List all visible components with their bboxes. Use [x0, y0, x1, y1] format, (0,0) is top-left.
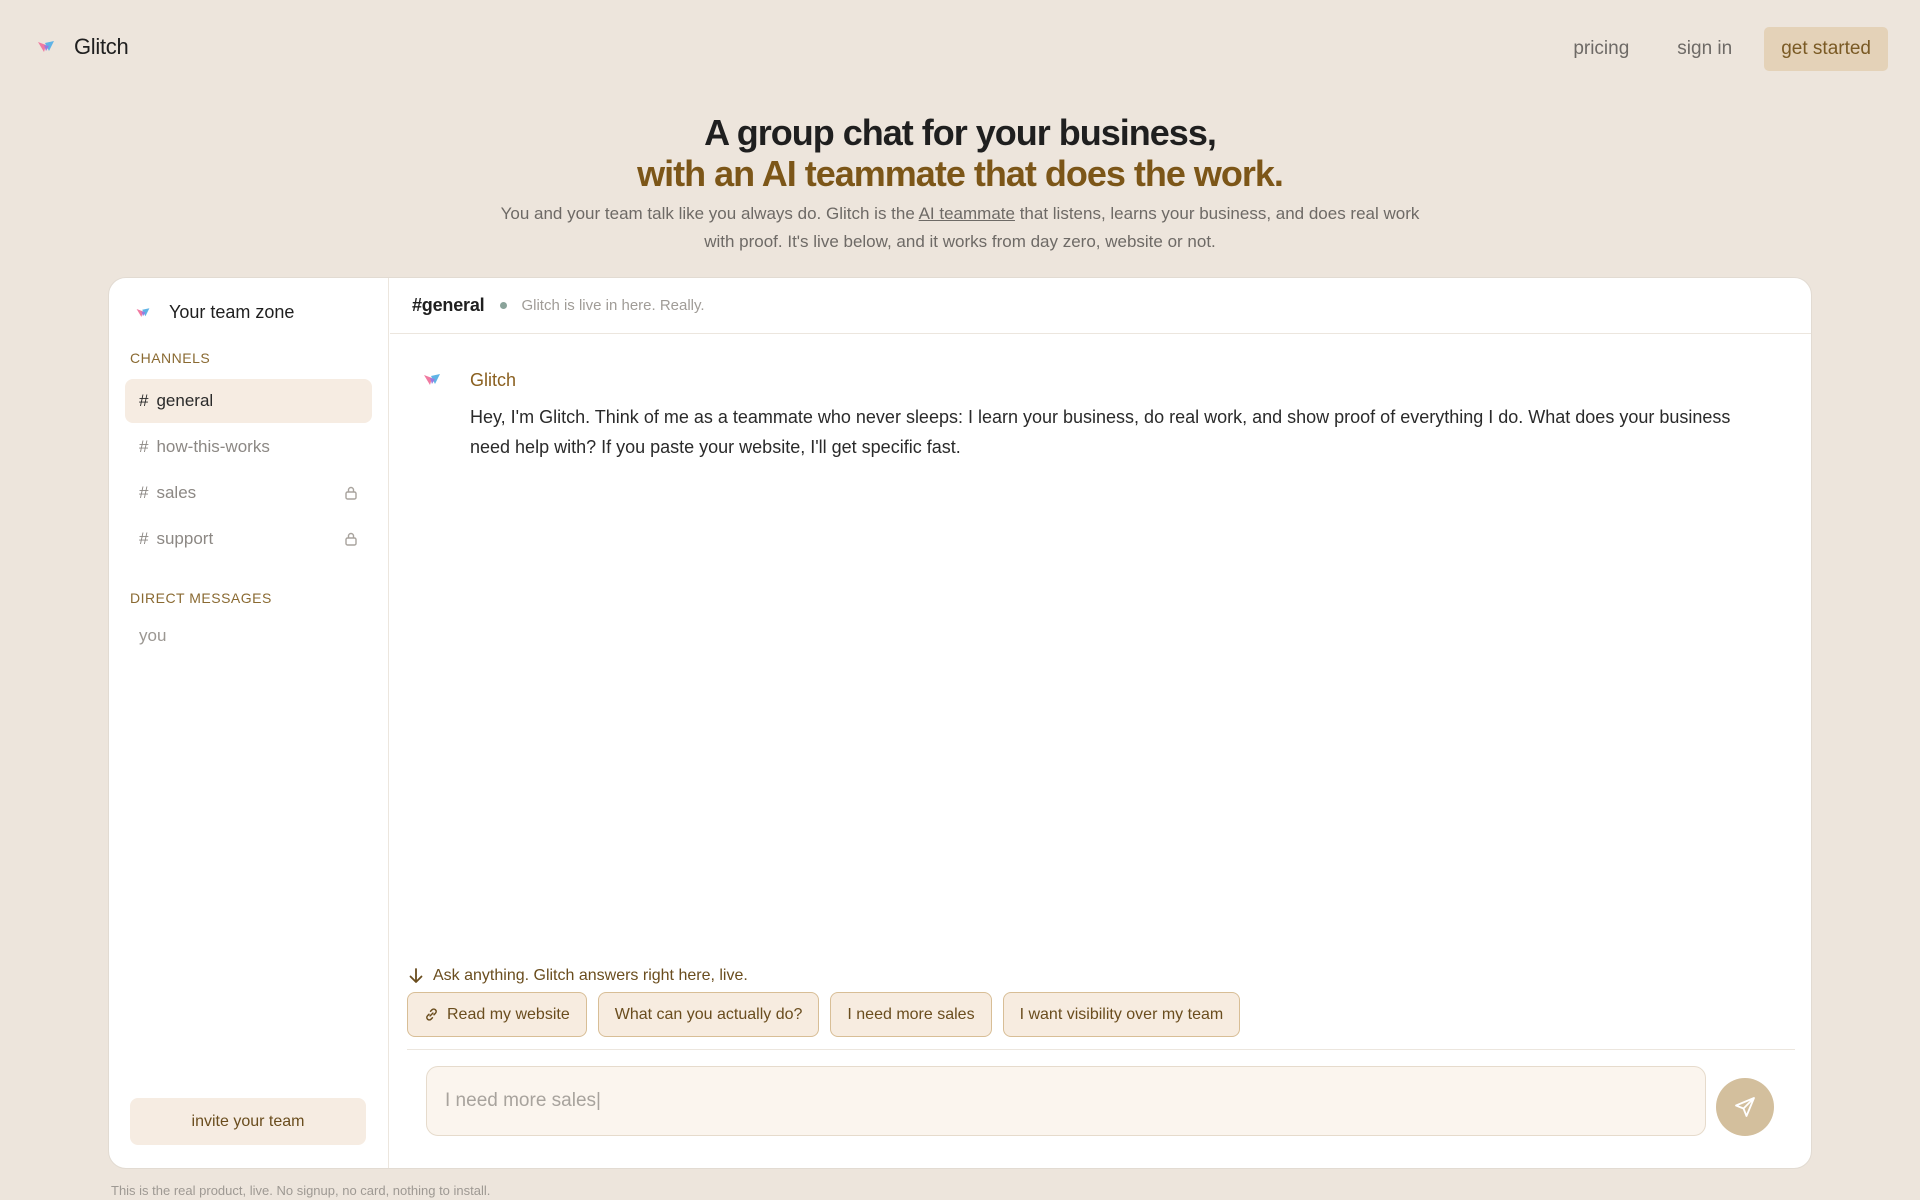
nav-link-sign-in[interactable]: sign in [1653, 28, 1756, 70]
composer-divider [407, 1049, 1795, 1050]
lock-icon [345, 532, 357, 546]
hero-title-line2: with an AI teammate that does the work. [637, 153, 1284, 194]
footnote: This is the real product, live. No signu… [111, 1183, 491, 1198]
brand-name: Glitch [74, 34, 129, 59]
channel-header: #general Glitch is live in here. Really. [390, 278, 1811, 334]
hero-subtitle: You and your team talk like you always d… [500, 200, 1420, 256]
chip-read-my-website[interactable]: Read my website [407, 992, 587, 1037]
arrow-down-icon [409, 968, 423, 983]
hash-icon: # [139, 483, 149, 502]
hash-icon: # [139, 437, 149, 456]
ai-teammate-link[interactable]: AI teammate [919, 204, 1015, 223]
glitch-logo-icon [136, 307, 150, 317]
hero-subtitle-part1: You and your team talk like you always d… [500, 204, 919, 223]
channel-label: general [156, 391, 214, 410]
channels-label: CHANNELS [130, 350, 211, 366]
channel-label: support [156, 529, 214, 548]
team-zone-header: Your team zone [135, 302, 294, 323]
message-author: Glitch [470, 370, 517, 390]
chip-label: I want visibility over my team [1019, 1005, 1224, 1023]
nav-link-pricing[interactable]: pricing [1549, 28, 1653, 70]
link-icon [426, 1008, 437, 1021]
hero-title-line1: A group chat for your business, [704, 112, 1217, 153]
hash-icon: # [139, 529, 149, 548]
chip-what-can-you-do[interactable]: What can you actually do? [597, 992, 820, 1037]
sidebar: Your team zone CHANNELS # general # how-… [109, 278, 389, 1168]
chip-team-visibility[interactable]: I want visibility over my team [1002, 992, 1241, 1037]
send-icon [1735, 1097, 1755, 1117]
sidebar-item-general[interactable]: # general [125, 379, 372, 423]
chip-label: Read my website [447, 1005, 570, 1023]
channel-title: #general [412, 295, 485, 315]
chip-label: I need more sales [847, 1005, 975, 1023]
channel-label: sales [156, 483, 197, 502]
nav-links: pricing sign in get started [1549, 27, 1888, 71]
get-started-button[interactable]: get started [1764, 27, 1888, 71]
send-button[interactable] [1716, 1078, 1774, 1136]
live-status-dot [500, 302, 508, 309]
glitch-logo-icon [38, 41, 54, 52]
channel-status: Glitch is live in here. Really. [521, 297, 705, 314]
sidebar-item-support[interactable]: # support [125, 517, 372, 561]
hero-title: A group chat for your business, with an … [0, 112, 1920, 194]
channel-label: how-this-works [156, 437, 270, 456]
chat-app-card: Your team zone CHANNELS # general # how-… [108, 277, 1812, 1169]
sidebar-item-how-this-works[interactable]: # how-this-works [125, 425, 372, 469]
prompt-hint-text: Ask anything. Glitch answers right here,… [433, 967, 748, 984]
glitch-avatar-icon [424, 374, 440, 385]
prompt-hint: Ask anything. Glitch answers right here,… [409, 967, 748, 985]
message-input[interactable]: I need more sales| [426, 1066, 1706, 1136]
suggestion-chips: Read my website What can you actually do… [407, 992, 1241, 1037]
invite-team-button[interactable]: invite your team [130, 1098, 366, 1145]
message-text: Hey, I'm Glitch. Think of me as a teamma… [470, 407, 1731, 457]
team-zone-name: Your team zone [169, 302, 295, 322]
dm-item-you[interactable]: you [139, 626, 166, 646]
hash-icon: # [139, 391, 149, 410]
chip-label: What can you actually do? [614, 1005, 803, 1023]
top-nav: Glitch pricing sign in get started [0, 0, 1920, 98]
hero-section: A group chat for your business, with an … [0, 112, 1920, 256]
brand-logo[interactable]: Glitch [36, 34, 129, 60]
sidebar-item-sales[interactable]: # sales [125, 471, 372, 515]
chip-more-sales[interactable]: I need more sales [830, 992, 992, 1037]
direct-messages-label: DIRECT MESSAGES [130, 590, 272, 606]
lock-icon [345, 486, 357, 500]
